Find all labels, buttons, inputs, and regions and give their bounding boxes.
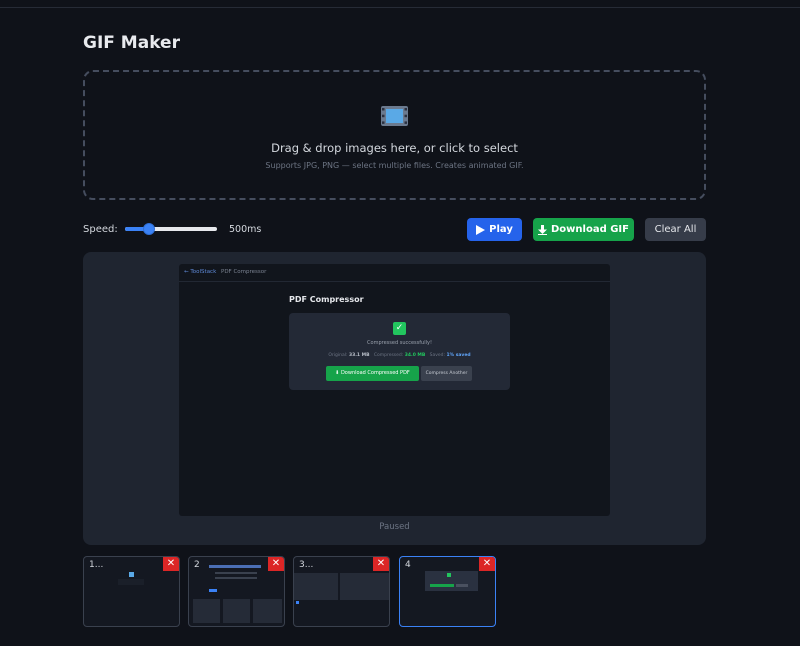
thumb-mini-icon <box>129 572 134 577</box>
stat-original-value: 33.1 MB <box>348 353 370 358</box>
thumb-mini-panel <box>340 573 389 600</box>
thumbnail-number: 1... <box>89 560 104 570</box>
speed-label: Speed: <box>83 224 118 235</box>
frame-download-button: ⬇ Download Compressed PDF <box>326 366 419 381</box>
slider-thumb[interactable] <box>143 223 155 235</box>
frame-navbar: ← ToolStack PDF Compressor <box>179 264 610 282</box>
thumb-mini-content <box>118 579 144 585</box>
top-divider <box>0 7 800 8</box>
dropzone-text: Drag & drop images here, or click to sel… <box>271 141 518 155</box>
download-gif-button[interactable]: Download GIF <box>533 218 634 241</box>
thumb-mini-line <box>215 577 257 579</box>
preview-frame: ← ToolStack PDF Compressor PDF Compresso… <box>179 264 610 516</box>
thumb-mini-button <box>456 584 468 587</box>
play-label: Play <box>489 224 513 235</box>
stat-saved-value: 1% saved <box>446 353 471 358</box>
stat-original-label: Original: <box>328 353 348 358</box>
thumb-mini-card <box>253 599 282 623</box>
thumb-mini-check <box>447 573 451 577</box>
remove-frame-icon[interactable]: ✕ <box>268 557 284 571</box>
stat-compressed-value: 34.0 MB <box>404 353 426 358</box>
remove-frame-icon[interactable]: ✕ <box>163 557 179 571</box>
playback-status: Paused <box>379 522 410 532</box>
frame-thumbnail[interactable]: 3... ✕ <box>293 556 390 627</box>
clear-all-button[interactable]: Clear All <box>645 218 706 241</box>
thumb-mini-card <box>193 599 220 623</box>
frame-thumbnail[interactable]: 2 ✕ <box>188 556 285 627</box>
frame-nav-title: PDF Compressor <box>221 269 267 275</box>
thumb-mini-line <box>215 572 257 574</box>
frame-success-message: Compressed successfully! <box>367 340 432 346</box>
stat-compressed-label: Compressed: <box>373 353 404 358</box>
thumb-mini-tab <box>209 589 217 592</box>
frame-stats: Original: 33.1 MB Compressed: 34.0 MB Sa… <box>289 353 510 358</box>
frame-result-card: ✓ Compressed successfully! Original: 33.… <box>289 313 510 390</box>
check-icon: ✓ <box>393 322 406 335</box>
frame-thumbnail[interactable]: 1... ✕ <box>83 556 180 627</box>
thumb-mini-dot <box>296 601 299 604</box>
download-icon <box>538 224 547 235</box>
thumb-mini-card <box>425 571 478 591</box>
download-label: Download GIF <box>551 224 629 235</box>
gif-preview: ← ToolStack PDF Compressor PDF Compresso… <box>83 252 706 545</box>
dropzone-subtext: Supports JPG, PNG — select multiple file… <box>265 161 524 170</box>
remove-frame-icon[interactable]: ✕ <box>479 557 495 571</box>
play-button[interactable]: Play <box>467 218 522 241</box>
thumb-mini-card <box>223 599 250 623</box>
frame-another-button: Compress Another <box>421 366 472 381</box>
page-title: GIF Maker <box>83 33 180 53</box>
film-icon <box>381 106 408 126</box>
thumb-mini-title <box>209 565 261 568</box>
frame-buttons: ⬇ Download Compressed PDF Compress Anoth… <box>326 366 472 381</box>
remove-frame-icon[interactable]: ✕ <box>373 557 389 571</box>
frame-thumbnail-selected[interactable]: 4 ✕ <box>399 556 496 627</box>
stat-saved-label: Saved: <box>429 353 446 358</box>
thumb-mini-button <box>430 584 454 587</box>
thumbnail-number: 3... <box>299 560 314 570</box>
frame-heading: PDF Compressor <box>289 295 364 304</box>
speed-slider[interactable] <box>125 222 217 236</box>
thumb-mini-panel <box>294 573 338 600</box>
thumbnail-number: 4 <box>405 560 411 570</box>
frame-logo: ← ToolStack <box>184 269 217 275</box>
thumbnail-number: 2 <box>194 560 200 570</box>
image-dropzone[interactable]: Drag & drop images here, or click to sel… <box>83 70 706 200</box>
speed-value: 500ms <box>229 224 262 235</box>
play-icon <box>476 224 486 235</box>
